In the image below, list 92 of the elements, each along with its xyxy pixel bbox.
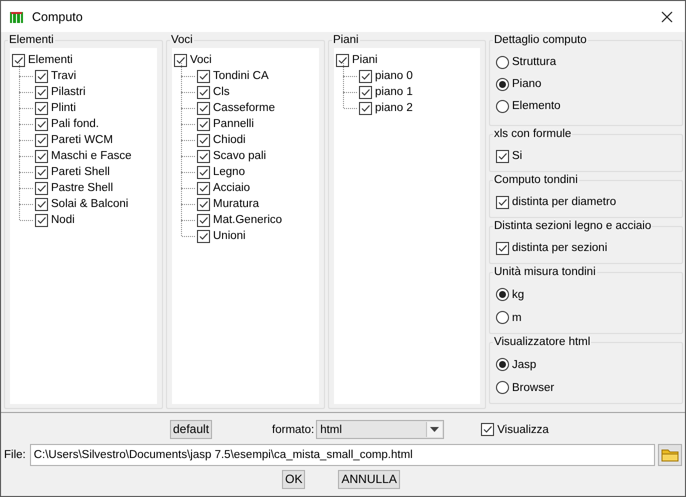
checkbox[interactable]	[35, 134, 48, 146]
tree-item[interactable]: Scavo pali	[213, 150, 266, 162]
checkbox[interactable]	[35, 182, 48, 194]
radio-button[interactable]	[496, 288, 509, 301]
group-title: Dettaglio computo	[493, 33, 588, 47]
tree-item[interactable]: piano 1	[375, 86, 413, 98]
checkbox[interactable]	[496, 242, 509, 254]
tree-item[interactable]: Pilastri	[51, 86, 86, 98]
tree-item[interactable]: Maschi e Fasce	[51, 150, 132, 162]
radio-button[interactable]	[496, 381, 509, 394]
checkbox[interactable]	[35, 70, 48, 82]
checkbox[interactable]	[35, 118, 48, 130]
folder-icon	[661, 448, 679, 462]
checkbox[interactable]	[197, 150, 210, 162]
browse-button[interactable]	[658, 444, 682, 466]
radio-button[interactable]	[496, 358, 509, 371]
tree-item[interactable]: Piani	[352, 54, 378, 66]
radio-button[interactable]	[496, 56, 509, 68]
option-label[interactable]: m	[512, 312, 522, 324]
tree-item[interactable]: Cls	[213, 86, 230, 98]
tree-item[interactable]: Mat.Generico	[213, 214, 282, 226]
option-label[interactable]: Struttura	[512, 56, 556, 68]
tree-item[interactable]: Solai & Balconi	[51, 198, 128, 210]
checkbox[interactable]	[359, 70, 372, 82]
option-label[interactable]: distinta per sezioni	[512, 242, 608, 254]
tree-item[interactable]: Nodi	[51, 214, 75, 226]
tree-item[interactable]: Unioni	[213, 230, 246, 242]
checkbox[interactable]	[35, 150, 48, 162]
checkbox-label[interactable]: Visualizza	[497, 424, 549, 436]
tree-item[interactable]: Pareti Shell	[51, 166, 110, 178]
tree-item[interactable]: Voci	[190, 54, 212, 66]
tree-item[interactable]: piano 0	[375, 70, 413, 82]
tree-item[interactable]: Pali fond.	[51, 118, 99, 130]
radio-button[interactable]	[496, 311, 509, 324]
tree-item[interactable]: Plinti	[51, 102, 76, 114]
option-label[interactable]: Elemento	[512, 100, 561, 112]
group-title: Distinta sezioni legno e acciaio	[493, 219, 652, 233]
window-title: Computo	[32, 10, 83, 24]
tree-item[interactable]: Elementi	[28, 54, 73, 66]
option-label[interactable]: Piano	[512, 78, 542, 90]
radio-button[interactable]	[496, 78, 509, 90]
radio-button[interactable]	[496, 100, 509, 112]
checkbox[interactable]	[12, 54, 25, 66]
checkbox[interactable]	[481, 423, 494, 436]
checkbox[interactable]	[35, 198, 48, 210]
tree-item[interactable]: piano 2	[375, 102, 413, 114]
tree-item[interactable]: Travi	[51, 70, 76, 82]
checkbox[interactable]	[35, 86, 48, 98]
option-label[interactable]: kg	[512, 288, 524, 300]
checkbox[interactable]	[174, 54, 187, 66]
group-title: Computo tondini	[493, 173, 579, 187]
tree-item[interactable]: Acciaio	[213, 182, 250, 194]
checkbox[interactable]	[197, 118, 210, 130]
option-label[interactable]: Browser	[512, 382, 554, 394]
checkbox[interactable]	[197, 214, 210, 226]
checkbox[interactable]	[35, 102, 48, 114]
file-label: File:	[4, 449, 26, 461]
dropdown-arrow-icon	[430, 427, 440, 432]
format-dropdown[interactable]: html	[316, 420, 444, 439]
tree-item[interactable]: Pannelli	[213, 118, 254, 130]
tree-item[interactable]: Chiodi	[213, 134, 246, 146]
checkbox[interactable]	[197, 134, 210, 146]
tree-item[interactable]: Pastre Shell	[51, 182, 114, 194]
checkbox[interactable]	[197, 102, 210, 114]
option-label[interactable]: Si	[512, 150, 522, 162]
cancel-button[interactable]: ANNULLA	[338, 470, 400, 489]
checkbox[interactable]	[35, 166, 48, 178]
checkbox[interactable]	[197, 230, 210, 242]
checkbox[interactable]	[496, 196, 509, 208]
default-button[interactable]: default	[170, 420, 212, 439]
option-label[interactable]: distinta per diametro	[512, 196, 616, 208]
checkbox[interactable]	[197, 198, 210, 210]
checkbox[interactable]	[197, 86, 210, 98]
checkbox[interactable]	[197, 166, 210, 178]
checkbox[interactable]	[336, 54, 349, 66]
tree-item[interactable]: Legno	[213, 166, 245, 178]
checkbox[interactable]	[359, 86, 372, 98]
ok-button[interactable]: OK	[282, 470, 306, 489]
tree-item[interactable]: Tondini CA	[213, 70, 269, 82]
app-logo-icon	[10, 10, 25, 22]
close-icon[interactable]	[661, 10, 673, 22]
checkbox[interactable]	[359, 102, 372, 114]
file-path-field[interactable]: C:\Users\Silvestro\Documents\jasp 7.5\esempi\ca_mista_small_comp.html	[30, 444, 655, 466]
checkbox[interactable]	[35, 214, 48, 226]
option-label[interactable]: Jasp	[512, 358, 536, 370]
checkbox[interactable]	[197, 70, 210, 82]
checkbox[interactable]	[496, 150, 509, 162]
format-label: formato:	[272, 424, 314, 436]
tree-item[interactable]: Pareti WCM	[51, 134, 113, 146]
tree-item[interactable]: Casseforme	[213, 102, 275, 114]
checkbox[interactable]	[197, 182, 210, 194]
tree-item[interactable]: Muratura	[213, 198, 260, 210]
